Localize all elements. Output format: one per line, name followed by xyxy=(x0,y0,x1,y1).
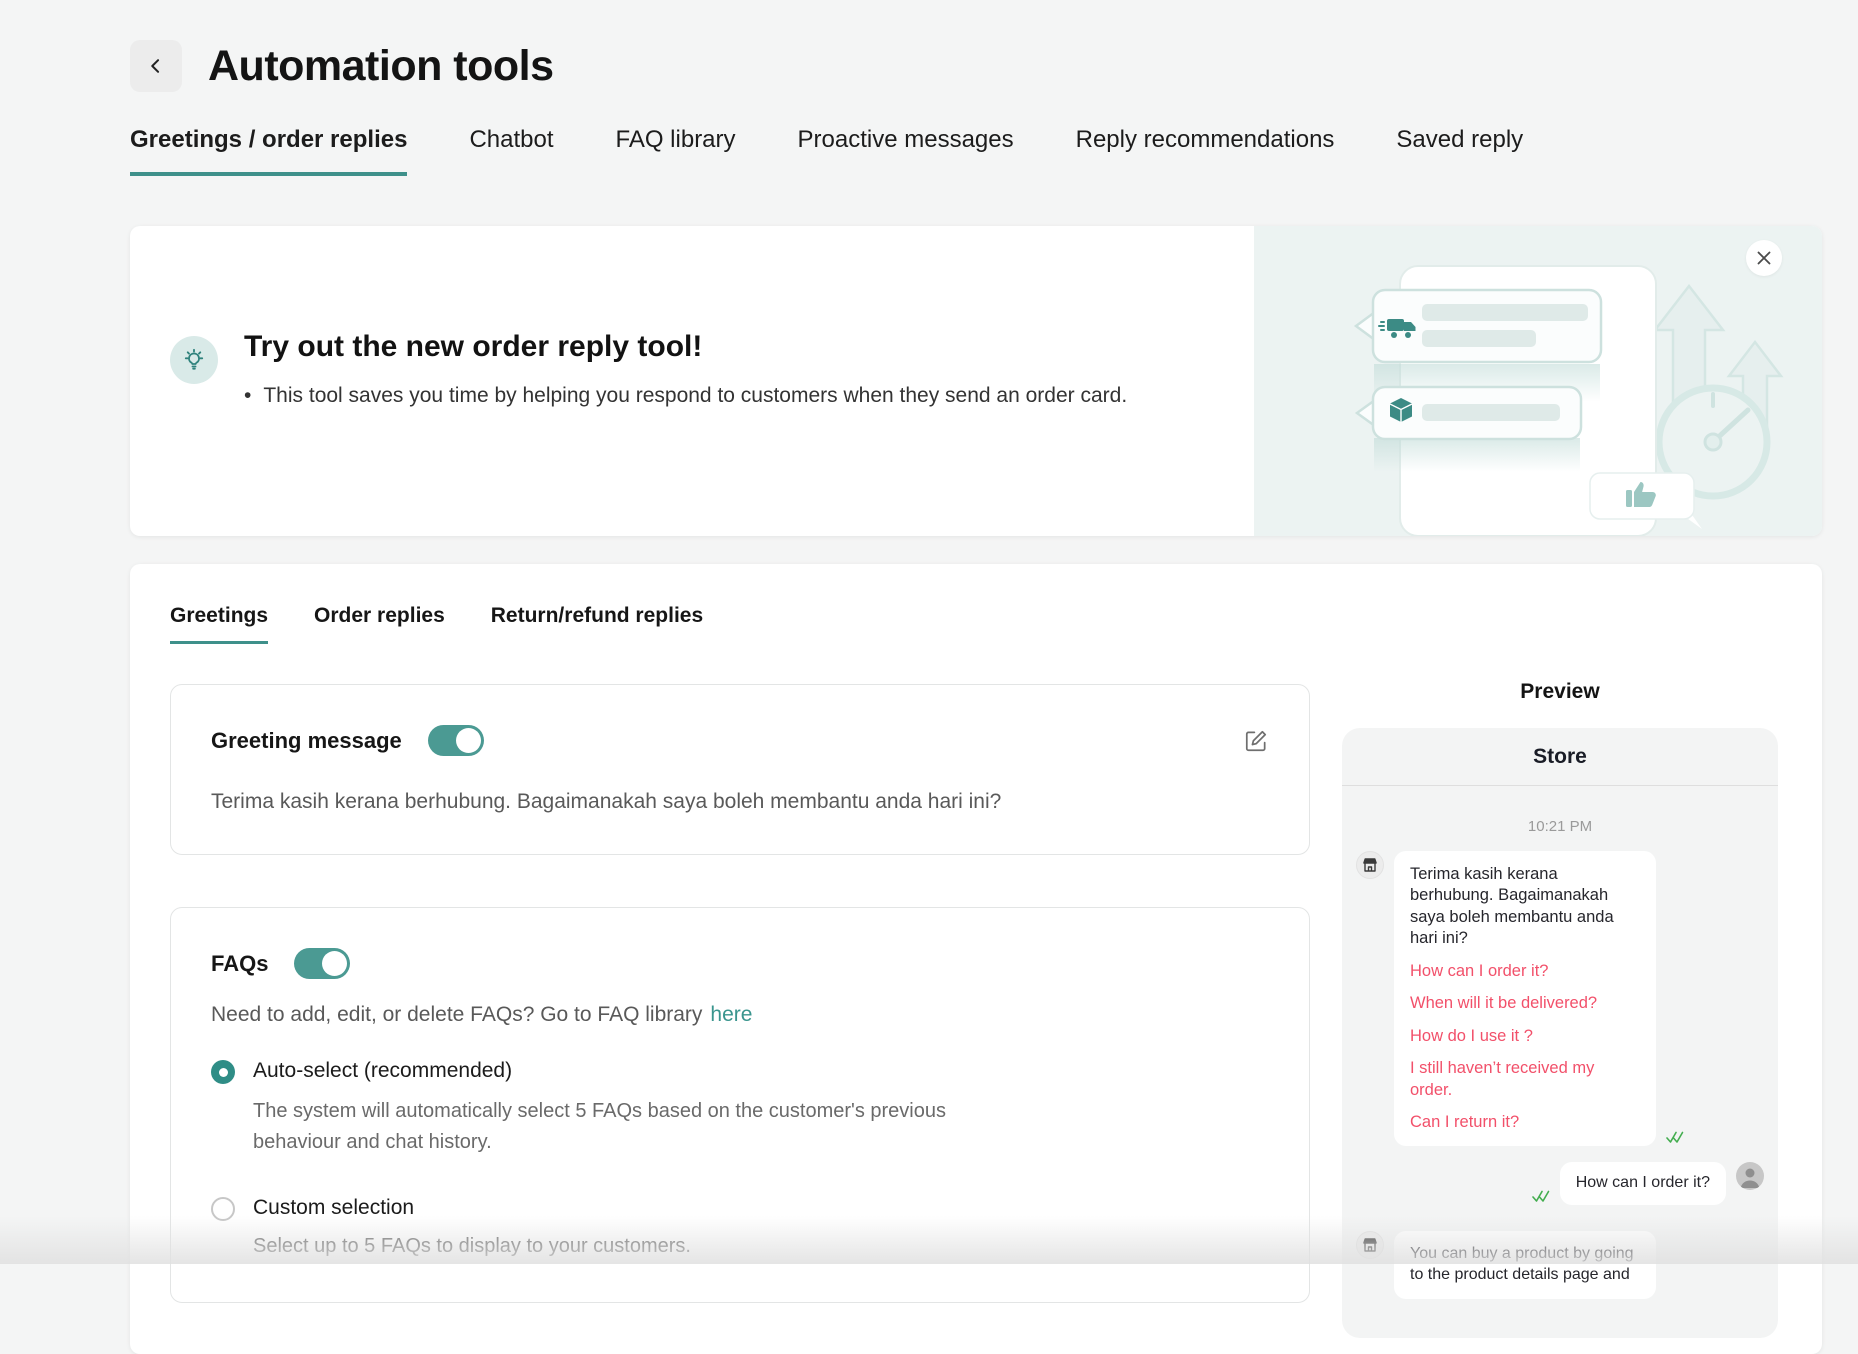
store-greeting-row: Terima kasih kerana berhubung. Bagaimana… xyxy=(1356,851,1764,1146)
faq-help-text: Need to add, edit, or delete FAQs? Go to… xyxy=(211,1003,1269,1027)
customer-message-bubble: How can I order it? xyxy=(1560,1162,1726,1205)
back-button[interactable] xyxy=(130,40,182,92)
bullet-dot: • xyxy=(244,384,251,408)
lightbulb-icon xyxy=(170,336,218,384)
tab-greetings-order-replies[interactable]: Greetings / order replies xyxy=(130,126,407,176)
auto-select-label[interactable]: Auto-select (recommended) xyxy=(253,1059,953,1083)
tab-faq-library[interactable]: FAQ library xyxy=(616,126,736,176)
customer-avatar xyxy=(1736,1162,1764,1190)
faq-link-1[interactable]: How can I order it? xyxy=(1410,961,1640,982)
storefront-icon xyxy=(1362,1237,1378,1253)
banner-title: Try out the new order reply tool! xyxy=(244,330,1127,364)
custom-selection-radio[interactable] xyxy=(211,1197,235,1221)
chat-bubble-shipping xyxy=(1356,290,1601,362)
subtab-order-replies[interactable]: Order replies xyxy=(314,604,445,644)
faq-link-2[interactable]: When will it be delivered? xyxy=(1410,993,1640,1014)
auto-select-radio[interactable] xyxy=(211,1060,235,1084)
faq-link-4[interactable]: I still haven’t received my order. xyxy=(1410,1058,1640,1101)
banner-bullet: • This tool saves you time by helping yo… xyxy=(244,384,1127,408)
store-reply-bubble: You can buy a product by going to the pr… xyxy=(1394,1231,1656,1299)
tab-proactive-messages[interactable]: Proactive messages xyxy=(798,126,1014,176)
faq-link-5[interactable]: Can I return it? xyxy=(1410,1112,1640,1133)
faqs-toggle[interactable] xyxy=(294,948,350,979)
subtab-greetings[interactable]: Greetings xyxy=(170,604,268,644)
greeting-message-title: Greeting message xyxy=(211,728,402,754)
store-avatar xyxy=(1356,851,1384,879)
chat-bubble-package xyxy=(1357,387,1581,439)
custom-selection-label[interactable]: Custom selection xyxy=(253,1196,691,1220)
subtab-return-refund-replies[interactable]: Return/refund replies xyxy=(491,604,703,644)
tab-reply-recommendations[interactable]: Reply recommendations xyxy=(1076,126,1335,176)
chat-preview-phone: Store 10:21 PM xyxy=(1342,728,1778,1338)
store-greeting-bubble: Terima kasih kerana berhubung. Bagaimana… xyxy=(1394,851,1656,1146)
faq-option-custom-selection: Custom selection Select up to 5 FAQs to … xyxy=(211,1196,1269,1262)
storefront-icon xyxy=(1362,857,1378,873)
main-tab-bar: Greetings / order replies Chatbot FAQ li… xyxy=(130,126,1822,176)
chevron-left-icon xyxy=(146,56,166,76)
tab-chatbot[interactable]: Chatbot xyxy=(469,126,553,176)
greeting-bubble-text: Terima kasih kerana berhubung. Bagaimana… xyxy=(1410,864,1640,950)
greeting-message-text: Terima kasih kerana berhubung. Bagaimana… xyxy=(211,790,1269,814)
edit-icon xyxy=(1243,728,1269,754)
store-avatar xyxy=(1356,1231,1384,1259)
faq-library-link[interactable]: here xyxy=(710,1003,752,1026)
greetings-settings-card: Greetings Order replies Return/refund re… xyxy=(130,564,1822,1354)
close-icon xyxy=(1756,250,1772,266)
faqs-section: FAQs Need to add, edit, or delete FAQs? … xyxy=(170,907,1310,1303)
tab-saved-reply[interactable]: Saved reply xyxy=(1396,126,1523,176)
custom-selection-description: Select up to 5 FAQs to display to your c… xyxy=(253,1231,691,1262)
page-header: Automation tools xyxy=(0,0,1858,92)
preview-title: Preview xyxy=(1342,680,1778,704)
faq-link-3[interactable]: How do I use it ? xyxy=(1410,1026,1640,1047)
faqs-title: FAQs xyxy=(211,951,268,977)
page-title: Automation tools xyxy=(208,42,554,91)
banner-illustration xyxy=(1254,226,1822,536)
delivered-check-icon xyxy=(1666,1131,1684,1144)
store-header: Store xyxy=(1342,728,1778,786)
edit-greeting-button[interactable] xyxy=(1243,728,1269,754)
customer-message-row: How can I order it? xyxy=(1356,1162,1764,1205)
greeting-message-section: Greeting message Terima kasih kerana ber… xyxy=(170,684,1310,855)
order-reply-promo-banner: Try out the new order reply tool! • This… xyxy=(130,226,1822,536)
greeting-message-toggle[interactable] xyxy=(428,725,484,756)
store-reply-row: You can buy a product by going to the pr… xyxy=(1356,1231,1764,1299)
sub-tab-bar: Greetings Order replies Return/refund re… xyxy=(170,604,703,644)
banner-close-button[interactable] xyxy=(1746,240,1782,276)
auto-select-description: The system will automatically select 5 F… xyxy=(253,1096,953,1158)
preview-panel: Preview Store 10:21 PM xyxy=(1342,680,1778,1338)
delivered-check-icon xyxy=(1532,1190,1550,1203)
person-icon xyxy=(1736,1162,1764,1190)
faq-option-auto-select: Auto-select (recommended) The system wil… xyxy=(211,1059,1269,1158)
chat-timestamp: 10:21 PM xyxy=(1356,818,1764,835)
